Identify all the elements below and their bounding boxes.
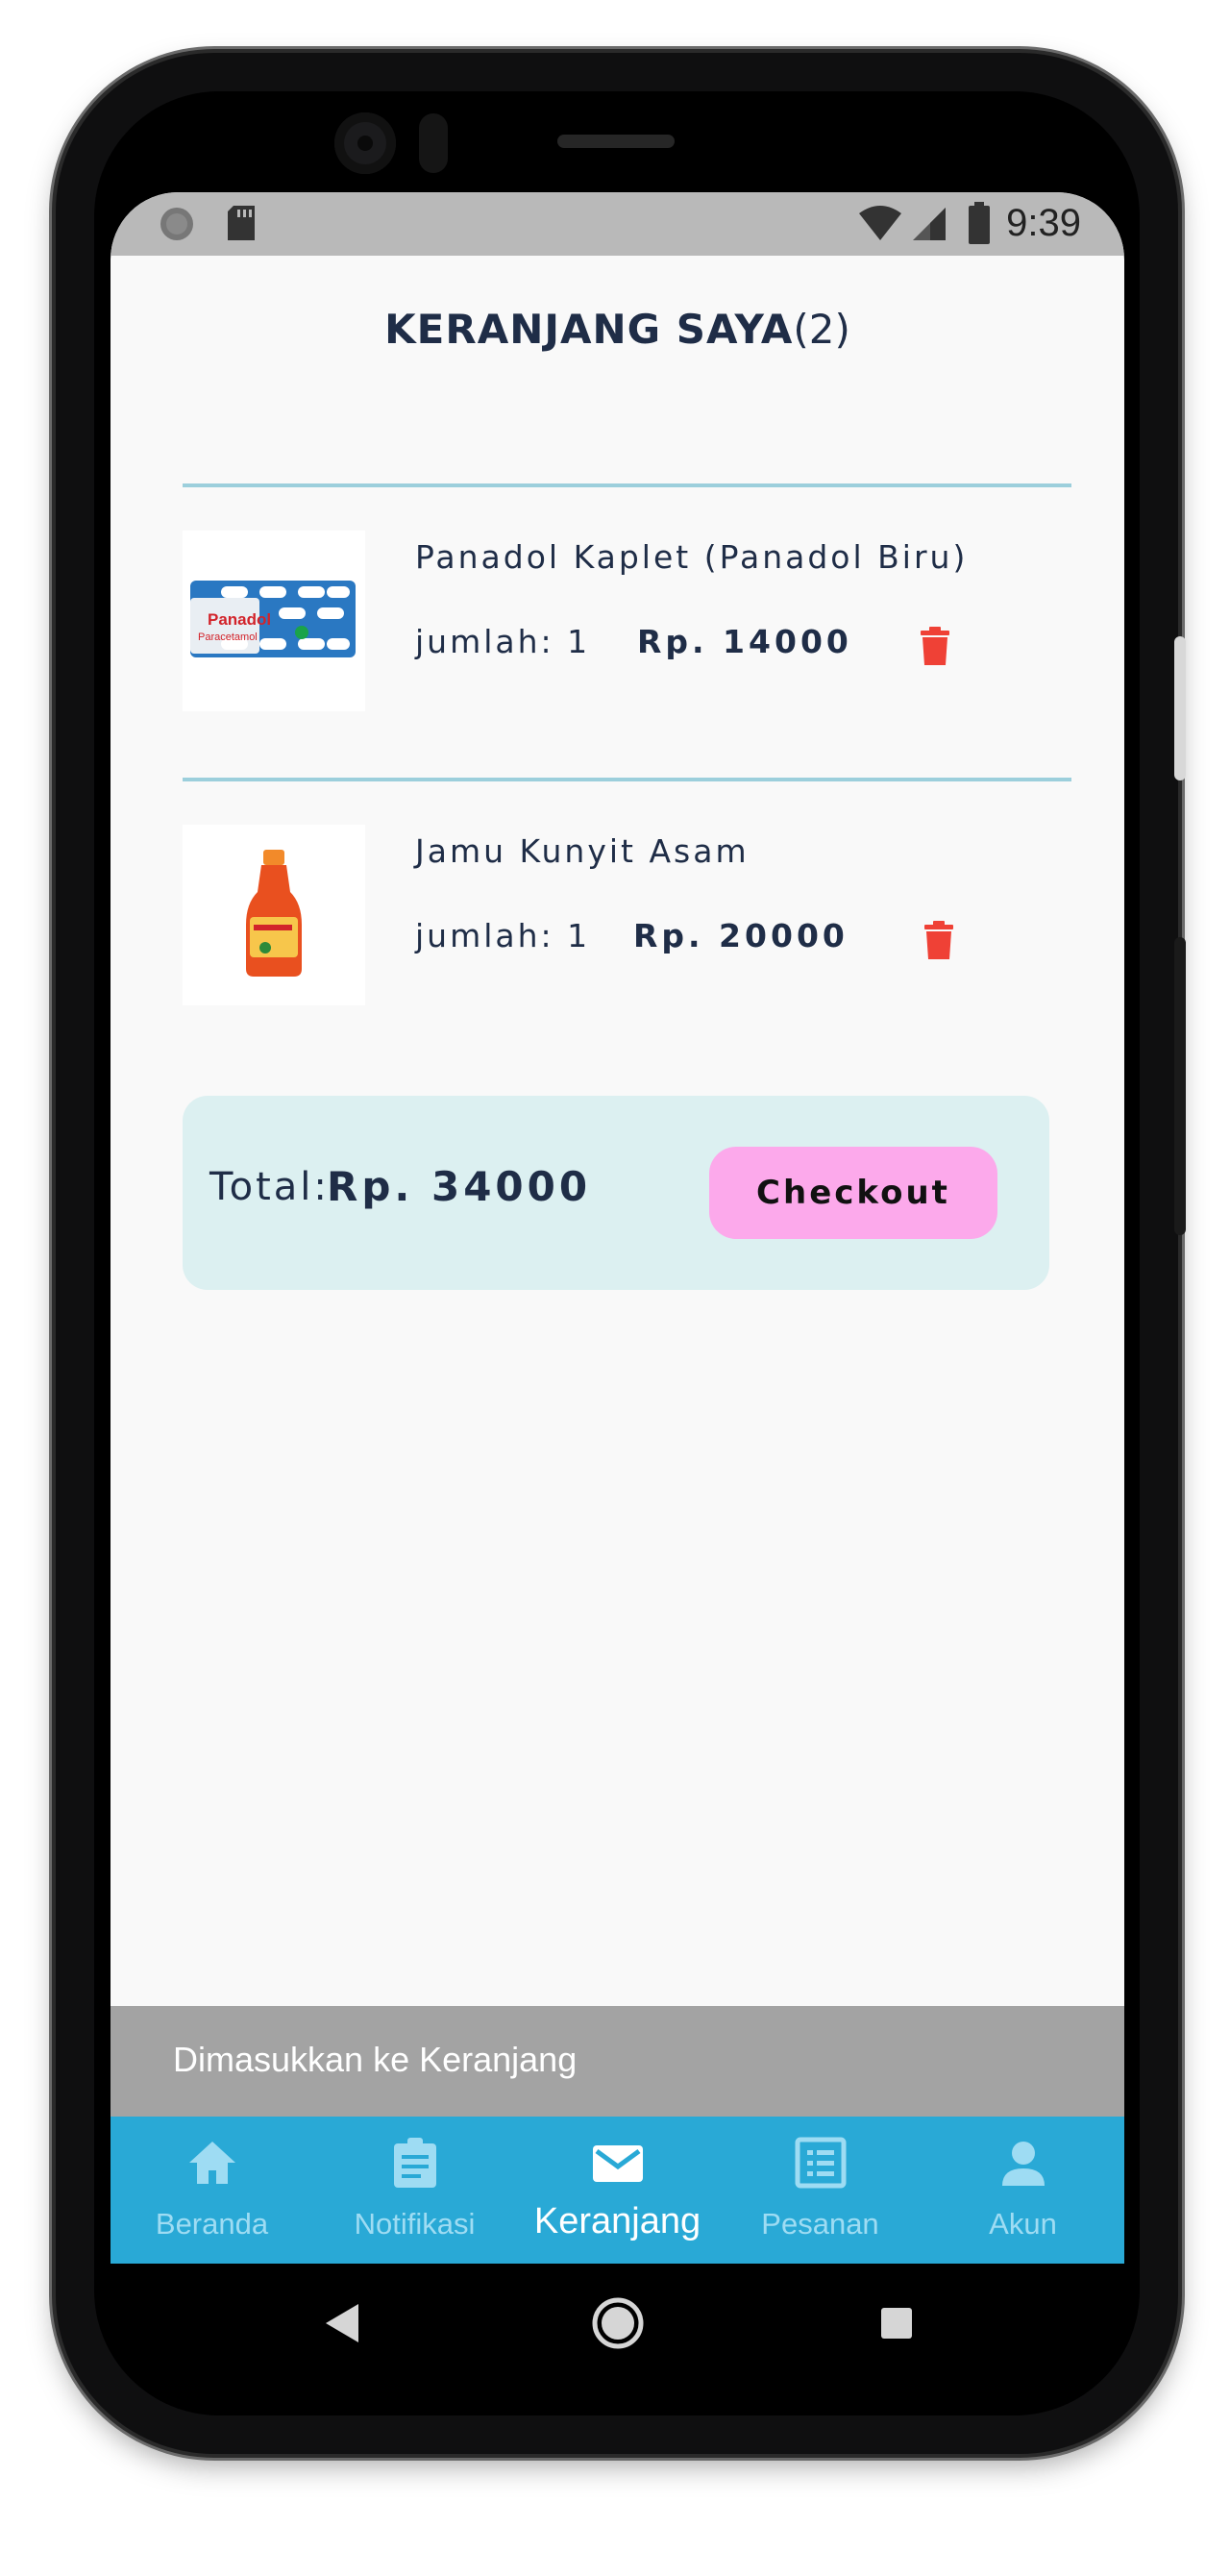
sd-card-icon <box>228 206 255 240</box>
panadol-pack-image: Panadol Paracetamol <box>190 581 356 657</box>
proximity-sensor <box>419 113 448 173</box>
cellular-signal-icon <box>913 208 946 240</box>
item-price: Rp. 20000 <box>633 917 849 954</box>
list-icon <box>795 2137 847 2189</box>
total-summary: Total: Rp. 34000 Checkout <box>183 1096 1049 1290</box>
status-bar: 9:39 <box>111 192 1124 256</box>
status-time: 9:39 <box>1006 202 1081 244</box>
front-camera <box>334 112 396 174</box>
nav-item-beranda[interactable]: Beranda <box>111 2117 313 2264</box>
home-icon <box>189 2142 235 2184</box>
nav-label: Notifikasi <box>354 2207 476 2241</box>
product-image-panadol[interactable]: Panadol Paracetamol <box>183 531 365 711</box>
checkout-button[interactable]: Checkout <box>709 1147 997 1239</box>
snackbar-message: Dimasukkan ke Keranjang <box>173 2040 578 2079</box>
page-title-text: KERANJANG SAYA <box>384 306 794 353</box>
back-icon[interactable] <box>322 2302 360 2344</box>
item-quantity: jumlah: 1 <box>415 917 591 954</box>
panadol-subtext: Paracetamol <box>198 632 258 643</box>
panadol-logo-text: Panadol <box>208 610 271 629</box>
nav-item-pesanan[interactable]: Pesanan <box>719 2117 922 2264</box>
item-quantity: jumlah: 1 <box>415 623 591 660</box>
nav-label: Akun <box>989 2207 1057 2241</box>
phone-side-button-power <box>1174 937 1186 1235</box>
total-label: Total: <box>209 1165 330 1209</box>
item-divider <box>183 778 1071 781</box>
phone-side-button-top <box>1174 636 1186 780</box>
delete-icon[interactable] <box>919 627 951 665</box>
battery-icon <box>969 202 990 244</box>
total-value: Rp. 34000 <box>327 1163 592 1210</box>
snackbar: Dimasukkan ke Keranjang <box>111 2006 1124 2117</box>
app-screen: 9:39 KERANJANG SAYA(2) Panadol Paracetam… <box>111 192 1124 2264</box>
nav-label: Pesanan <box>761 2207 879 2241</box>
recents-icon[interactable] <box>879 2306 914 2341</box>
item-price: Rp. 14000 <box>637 623 852 660</box>
mail-icon <box>593 2145 643 2182</box>
jamu-bottle-image <box>246 850 302 977</box>
nav-label: Keranjang <box>533 2201 701 2242</box>
item-name: Jamu Kunyit Asam <box>415 832 750 870</box>
clipboard-icon <box>394 2138 436 2188</box>
cart-count: (2) <box>793 306 850 353</box>
person-icon <box>1002 2142 1045 2186</box>
nav-item-keranjang[interactable]: Keranjang <box>516 2117 719 2264</box>
notification-dot-icon <box>160 208 193 240</box>
delete-icon[interactable] <box>922 921 955 959</box>
nav-label: Beranda <box>155 2207 269 2241</box>
item-divider <box>183 483 1071 487</box>
wifi-icon <box>859 206 901 240</box>
home-circle-icon[interactable] <box>591 2296 645 2350</box>
system-navigation-bar <box>111 2264 1124 2389</box>
page-title: KERANJANG SAYA(2) <box>111 306 1124 353</box>
nav-item-notifikasi[interactable]: Notifikasi <box>313 2117 516 2264</box>
item-name: Panadol Kaplet (Panadol Biru) <box>415 538 969 576</box>
product-image-jamu[interactable] <box>183 825 365 1005</box>
nav-item-akun[interactable]: Akun <box>922 2117 1124 2264</box>
bottom-navigation: Beranda Notifikasi Keranjang Pesanan Aku… <box>111 2117 1124 2264</box>
earpiece-speaker <box>557 135 675 148</box>
